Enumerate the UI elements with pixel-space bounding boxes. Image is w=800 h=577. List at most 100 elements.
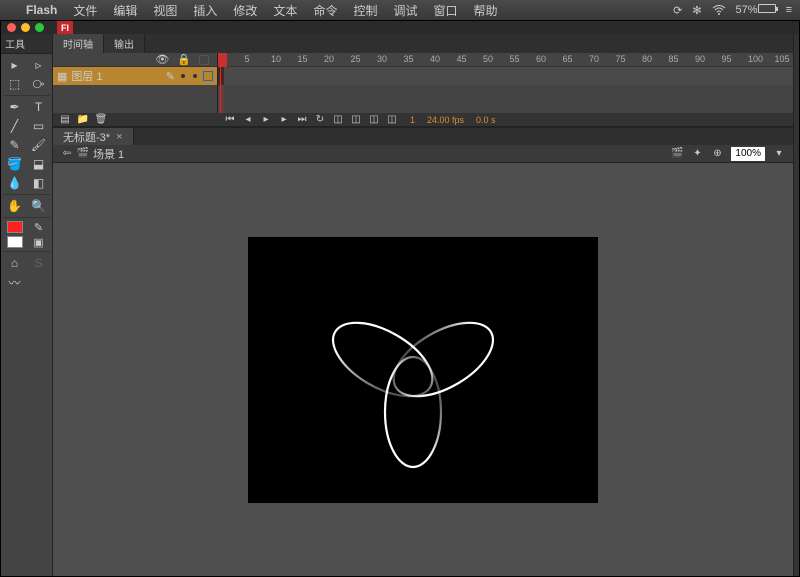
artwork	[248, 237, 598, 503]
system-tray: ⟳ ✻ 57% ≡	[673, 4, 792, 17]
menu-help[interactable]: 帮助	[466, 2, 506, 19]
menu-view[interactable]: 视图	[145, 2, 185, 19]
canvas[interactable]	[248, 237, 598, 503]
menu-file[interactable]: 文件	[65, 2, 105, 19]
scene-name[interactable]: 场景 1	[93, 146, 124, 162]
subselection-tool-icon[interactable]: ▹	[27, 56, 50, 74]
ink-bottle-tool-icon[interactable]: ⬓	[27, 155, 50, 173]
scene-bar: ⇦ 🎬 场景 1 🎬 ✦ ⊕ 100% ▾	[53, 145, 793, 163]
first-frame-icon[interactable]: ⏮	[224, 114, 236, 126]
window-titlebar[interactable]: Fl	[1, 21, 799, 34]
menu-extras-icon[interactable]: ≡	[786, 4, 792, 16]
line-tool-icon[interactable]: ╱	[3, 117, 26, 135]
document-tab-label: 无标题-3*	[63, 129, 110, 145]
outline-header-icon[interactable]	[199, 55, 209, 65]
layer-outline-box[interactable]	[203, 71, 213, 81]
window-zoom-button[interactable]	[35, 23, 44, 32]
menu-control[interactable]: 控制	[345, 2, 385, 19]
frame-ruler[interactable]: 1510152025303540455055606570758085909510…	[218, 53, 793, 67]
system-menubar: Flash 文件 编辑 视图 插入 修改 文本 命令 控制 调试 窗口 帮助 ⟳…	[0, 0, 800, 20]
extension-icon[interactable]: ✻	[692, 4, 701, 17]
tab-timeline[interactable]: 时间轴	[53, 34, 104, 53]
battery-percent: 57%	[736, 4, 758, 16]
document-tab[interactable]: 无标题-3* ×	[53, 128, 134, 145]
frame-row[interactable]	[218, 67, 793, 85]
app-logo: Fl	[57, 21, 73, 34]
app-menu[interactable]: Flash	[18, 3, 65, 17]
option-disabled-icon: S	[27, 254, 50, 272]
hand-tool-icon[interactable]: ✋	[3, 197, 26, 215]
center-stage-icon[interactable]: ⊕	[711, 148, 723, 160]
playhead[interactable]	[218, 53, 224, 113]
layer-lock-dot[interactable]	[193, 74, 197, 78]
last-frame-icon[interactable]: ⏭	[296, 114, 308, 126]
menu-modify[interactable]: 修改	[225, 2, 265, 19]
menu-commands[interactable]: 命令	[305, 2, 345, 19]
lasso-tool-icon[interactable]: ⧂	[27, 75, 50, 93]
close-tab-icon[interactable]: ×	[116, 131, 122, 143]
fill-color-swatch[interactable]	[3, 235, 26, 249]
window-minimize-button[interactable]	[21, 23, 30, 32]
battery-indicator[interactable]: 57%	[736, 4, 776, 16]
new-folder-icon[interactable]: 📁	[77, 114, 89, 126]
smooth-tool-icon[interactable]: 〰	[3, 273, 26, 291]
rectangle-tool-icon[interactable]: ▭	[27, 117, 50, 135]
edit-symbol-icon[interactable]: ✦	[691, 148, 703, 160]
menu-window[interactable]: 窗口	[425, 2, 465, 19]
tools-panel: 工具 ▸ ▹ ⬚ ⧂ ✒ T ╱ ▭ ✎ 🖌 🪣 ⬓ 💧 ◧ ✋ 🔍	[1, 34, 53, 576]
brush-tool-icon[interactable]: 🖌	[27, 136, 50, 154]
edit-scene-icon[interactable]: 🎬	[671, 148, 683, 160]
new-layer-icon[interactable]: ▤	[59, 114, 71, 126]
wifi-icon[interactable]	[712, 5, 726, 15]
layer-pencil-icon: ✎	[166, 70, 175, 83]
back-icon[interactable]: ⇦	[61, 148, 73, 160]
scene-icon[interactable]: 🎬	[77, 148, 89, 160]
snap-tool-icon[interactable]: ⌂	[3, 254, 26, 272]
onion-4-icon[interactable]: ◫	[386, 114, 398, 126]
onion-3-icon[interactable]: ◫	[368, 114, 380, 126]
battery-icon	[758, 4, 776, 13]
stroke-color-swatch[interactable]	[3, 220, 26, 234]
empty-tool	[27, 273, 50, 291]
pencil-tool-icon[interactable]: ✎	[3, 136, 26, 154]
current-frame: 1	[410, 115, 415, 125]
tools-panel-header[interactable]: 工具	[1, 34, 52, 54]
prev-frame-icon[interactable]: ◂	[242, 114, 254, 126]
zoom-dropdown-icon[interactable]: ▾	[773, 148, 785, 160]
onion-2-icon[interactable]: ◫	[350, 114, 362, 126]
zoom-level[interactable]: 100%	[731, 147, 765, 161]
pen-tool-icon[interactable]: ✒	[3, 98, 26, 116]
fps-readout: 24.00 fps	[427, 115, 464, 125]
tab-output[interactable]: 输出	[104, 34, 145, 53]
selection-tool-icon[interactable]: ▸	[3, 56, 26, 74]
delete-layer-icon[interactable]: 🗑	[95, 114, 107, 126]
menu-edit[interactable]: 编辑	[105, 2, 145, 19]
layer-row[interactable]: ▦ 图层 1 ✎	[53, 67, 217, 85]
timeline-panel: 时间轴 输出 👁 🔒 ▦ 图层 1	[53, 34, 793, 128]
fill-picker-icon[interactable]: ▣	[27, 235, 50, 249]
play-icon[interactable]: ▸	[260, 114, 272, 126]
onion-1-icon[interactable]: ◫	[332, 114, 344, 126]
loop-icon[interactable]: ↻	[314, 114, 326, 126]
layer-icon: ▦	[57, 70, 67, 83]
next-frame-icon[interactable]: ▸	[278, 114, 290, 126]
sync-icon[interactable]: ⟳	[673, 4, 682, 17]
zoom-tool-icon[interactable]: 🔍	[27, 197, 50, 215]
menu-debug[interactable]: 调试	[385, 2, 425, 19]
lock-header-icon[interactable]: 🔒	[177, 53, 191, 66]
free-transform-tool-icon[interactable]: ⬚	[3, 75, 26, 93]
menu-text[interactable]: 文本	[265, 2, 305, 19]
visibility-header-icon[interactable]: 👁	[155, 53, 169, 66]
stroke-picker-icon[interactable]: ✎	[27, 220, 50, 234]
layer-name[interactable]: 图层 1	[71, 68, 102, 84]
paint-bucket-tool-icon[interactable]: 🪣	[3, 155, 26, 173]
eyedropper-tool-icon[interactable]: 💧	[3, 174, 26, 192]
stage-area[interactable]	[53, 163, 793, 576]
frames-pane[interactable]: 1510152025303540455055606570758085909510…	[218, 53, 793, 113]
eraser-tool-icon[interactable]: ◧	[27, 174, 50, 192]
right-dock[interactable]	[793, 34, 799, 576]
menu-insert[interactable]: 插入	[185, 2, 225, 19]
text-tool-icon[interactable]: T	[27, 98, 50, 116]
window-close-button[interactable]	[7, 23, 16, 32]
layer-visibility-dot[interactable]	[181, 74, 185, 78]
